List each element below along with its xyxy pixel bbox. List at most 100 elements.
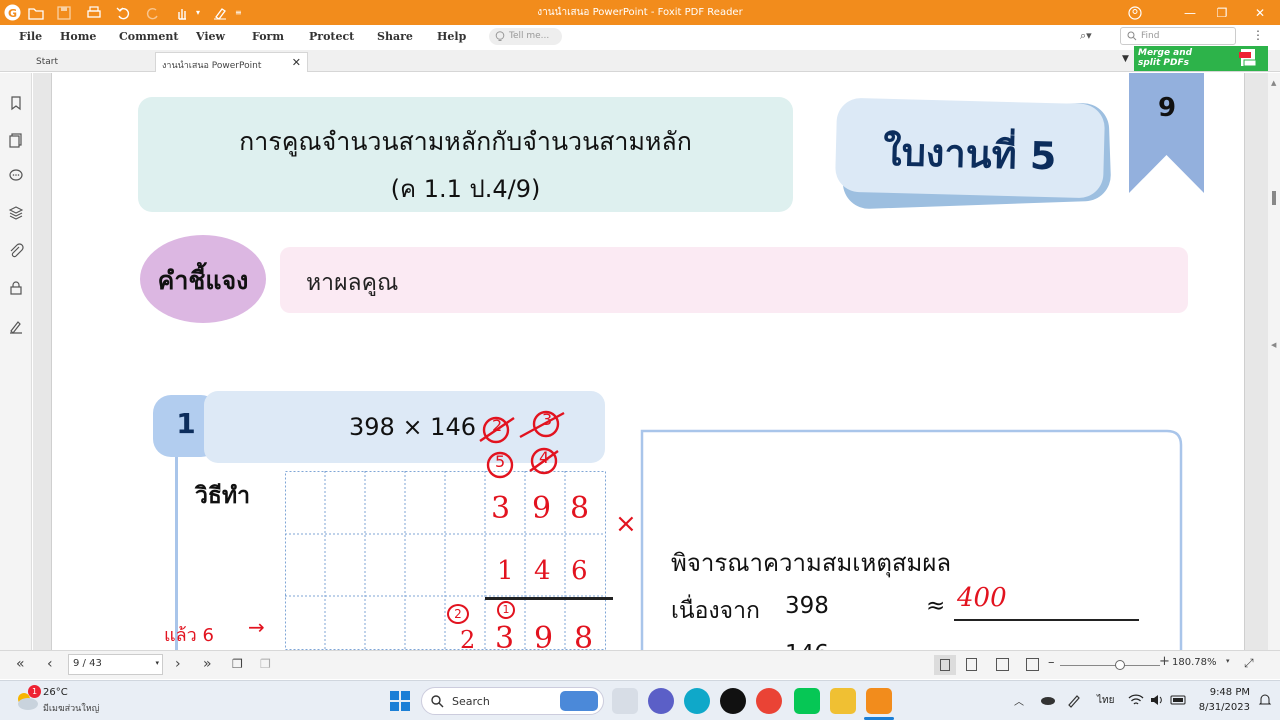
menu-bar: File Home Comment View Form Protect Shar… bbox=[0, 25, 1280, 49]
continuous-view-icon[interactable] bbox=[966, 658, 977, 671]
show-hidden-icons[interactable]: ︿ bbox=[1014, 693, 1024, 708]
document-viewport: การคูณจำนวนสามหลักกับจำนวนสามหลัก (ค 1.1… bbox=[33, 73, 1268, 650]
sum-line bbox=[485, 597, 613, 600]
security-lock-icon[interactable] bbox=[8, 280, 24, 296]
handwritten-times: × bbox=[615, 509, 637, 539]
task-view-icon[interactable] bbox=[612, 688, 638, 714]
status-bar: « ‹ 9 / 43 ▾ › » ❐ ❐ – + 180.78% ▾ ⤢ bbox=[0, 650, 1280, 679]
volume-icon[interactable] bbox=[1149, 693, 1165, 707]
close-button[interactable]: ✕ bbox=[1240, 0, 1280, 25]
find-input[interactable]: Find bbox=[1120, 27, 1236, 45]
restore-button[interactable]: ❐ bbox=[1202, 0, 1242, 25]
tab-document[interactable]: งานนำเสนอ PowerPoint ✕ bbox=[155, 52, 308, 72]
menu-file[interactable]: File bbox=[19, 30, 42, 43]
line-icon[interactable] bbox=[794, 688, 820, 714]
menu-share[interactable]: Share bbox=[377, 30, 413, 43]
collapse-right-icon[interactable]: ◀ bbox=[1271, 341, 1276, 349]
paste-page-icon[interactable]: ❐ bbox=[260, 657, 271, 671]
tell-me-placeholder: Tell me... bbox=[509, 31, 550, 41]
zoom-level[interactable]: 180.78% bbox=[1172, 657, 1217, 668]
zoom-slider[interactable] bbox=[1060, 665, 1160, 666]
bookmark-icon[interactable] bbox=[8, 95, 24, 111]
account-icon[interactable] bbox=[1115, 0, 1155, 25]
chevron-down-icon[interactable]: ▾ bbox=[155, 659, 159, 667]
page-ribbon bbox=[1129, 73, 1204, 193]
zoom-out-icon[interactable]: – bbox=[1048, 655, 1055, 670]
menu-protect[interactable]: Protect bbox=[309, 30, 354, 43]
partial-digit: 3 bbox=[495, 621, 515, 650]
page-number-value: 9 / 43 bbox=[73, 658, 102, 669]
lesson-title: การคูณจำนวนสามหลักกับจำนวนสามหลัก bbox=[239, 127, 692, 156]
weather-temp: 26°C bbox=[43, 687, 68, 698]
scroll-thumb[interactable] bbox=[1272, 191, 1276, 205]
vertical-scrollbar[interactable]: ▲ ◀ bbox=[1268, 73, 1280, 650]
tab-list-dropdown-icon[interactable]: ▼ bbox=[1122, 54, 1129, 64]
signature-icon[interactable] bbox=[8, 318, 24, 334]
title-box: การคูณจำนวนสามหลักกับจำนวนสามหลัก (ค 1.1… bbox=[138, 97, 793, 212]
carry-digit: 2 bbox=[447, 604, 469, 624]
instruction-box: หาผลคูณ bbox=[280, 247, 1188, 313]
menu-home[interactable]: Home bbox=[60, 30, 96, 43]
search-options-icon[interactable]: ⌕▾ bbox=[1080, 29, 1092, 43]
single-page-view-button[interactable] bbox=[934, 655, 956, 675]
language-indicator[interactable]: ไทย bbox=[1097, 693, 1114, 708]
instruction-label: คำชี้แจง bbox=[157, 266, 249, 295]
teams-icon[interactable] bbox=[648, 688, 674, 714]
layers-icon[interactable] bbox=[8, 205, 24, 221]
handwritten-digit: 3 bbox=[491, 491, 511, 526]
reasoning-label: เนื่องจาก bbox=[671, 598, 760, 624]
edge-icon[interactable] bbox=[684, 688, 710, 714]
notification-badge: 1 bbox=[28, 685, 41, 698]
page-number-input[interactable]: 9 / 43 ▾ bbox=[68, 654, 163, 675]
carry-digit: 4 bbox=[539, 448, 550, 467]
first-page-icon[interactable]: « bbox=[16, 656, 25, 672]
worksheet-badge: ใบงานที่ 5 bbox=[834, 97, 1106, 199]
fullscreen-icon[interactable]: ⤢ bbox=[1244, 656, 1254, 671]
facing-view-icon[interactable] bbox=[996, 658, 1009, 671]
clock-date[interactable]: 8/31/2023 bbox=[1186, 702, 1250, 713]
single-page-icon bbox=[940, 659, 950, 671]
clock-time[interactable]: 9:48 PM bbox=[1196, 687, 1250, 698]
onedrive-cloud-icon[interactable] bbox=[1040, 694, 1056, 706]
worksheet-number: ใบงานที่ 5 bbox=[882, 129, 1058, 179]
menu-form[interactable]: Form bbox=[252, 30, 284, 43]
scroll-up-icon[interactable]: ▲ bbox=[1271, 79, 1276, 87]
partial-digit: 2 bbox=[460, 626, 476, 650]
notification-bell-icon[interactable] bbox=[1258, 693, 1272, 707]
attachment-icon[interactable] bbox=[8, 243, 24, 259]
reasoning-title: พิจารณาความสมเหตุสมผล bbox=[671, 549, 952, 577]
zoom-in-icon[interactable]: + bbox=[1159, 654, 1170, 669]
taskbar-search[interactable]: Search bbox=[421, 687, 604, 715]
tab-document-label: งานนำเสนอ PowerPoint bbox=[162, 61, 262, 71]
more-options-icon[interactable]: ⋮ bbox=[1252, 28, 1264, 42]
menu-view[interactable]: View bbox=[196, 30, 225, 43]
pen-icon[interactable] bbox=[1066, 692, 1082, 708]
title-bar: G ▾ ≡ งานนำเสนอ PowerPoint - Foxit PDF R… bbox=[0, 0, 1280, 25]
carry-digit: 3 bbox=[542, 410, 553, 429]
close-tab-icon[interactable]: ✕ bbox=[292, 56, 301, 69]
menu-help[interactable]: Help bbox=[437, 30, 466, 43]
copy-page-icon[interactable]: ❐ bbox=[232, 657, 243, 671]
merge-split-banner[interactable]: Merge and split PDFs bbox=[1134, 46, 1268, 71]
previous-page-icon[interactable]: ‹ bbox=[47, 656, 53, 672]
tab-start[interactable]: Start bbox=[30, 52, 155, 72]
zoom-slider-handle[interactable] bbox=[1115, 660, 1125, 670]
menu-comment[interactable]: Comment bbox=[119, 30, 178, 43]
pages-icon[interactable] bbox=[8, 132, 24, 148]
handwritten-digit: 6 bbox=[571, 556, 588, 586]
chrome-icon[interactable] bbox=[756, 688, 782, 714]
wifi-icon[interactable] bbox=[1128, 693, 1144, 707]
find-placeholder: Find bbox=[1141, 31, 1160, 41]
tiktok-icon[interactable] bbox=[720, 688, 746, 714]
search-highlight-icon bbox=[560, 691, 598, 711]
file-explorer-icon[interactable] bbox=[830, 688, 856, 714]
windows-start-icon[interactable] bbox=[389, 690, 411, 712]
foxit-taskbar-icon[interactable] bbox=[866, 688, 892, 714]
comments-icon[interactable] bbox=[8, 168, 24, 184]
carry-marks bbox=[479, 410, 565, 479]
next-page-icon[interactable]: › bbox=[175, 656, 181, 672]
last-page-icon[interactable]: » bbox=[203, 656, 212, 672]
continuous-facing-icon[interactable] bbox=[1026, 658, 1039, 671]
chevron-down-icon[interactable]: ▾ bbox=[1226, 657, 1230, 665]
tell-me-input[interactable]: Tell me... bbox=[489, 28, 562, 45]
